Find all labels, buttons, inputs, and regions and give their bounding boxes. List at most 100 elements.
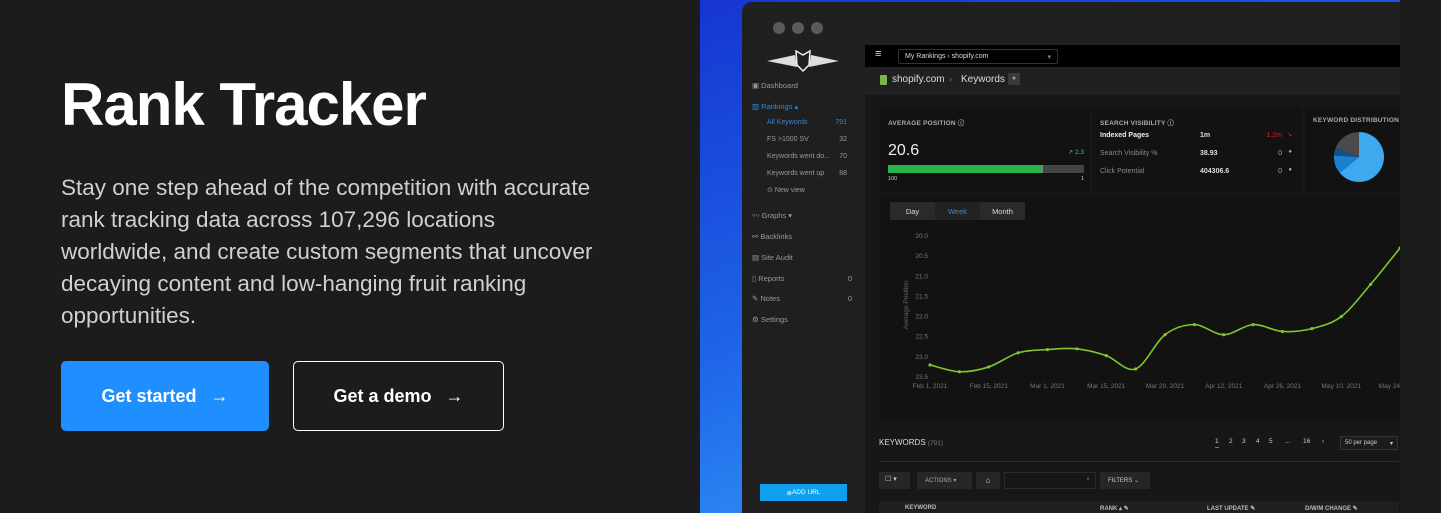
add-url-button[interactable]: ⊕ ADD URL: [760, 484, 847, 501]
label: Keywords went up: [767, 170, 825, 177]
page-link[interactable]: 5: [1269, 438, 1273, 445]
x-tick-label: Feb 1, 2021: [913, 383, 948, 390]
label: ADD URL: [791, 489, 821, 496]
column-rank[interactable]: RANK ▴ ✎: [1100, 505, 1129, 512]
sidebar-view-item[interactable]: Keywords went do... 70: [767, 153, 847, 160]
tab-day[interactable]: Day: [890, 202, 935, 220]
owl-logo: [767, 49, 839, 73]
sidebar-item-settings[interactable]: ⚙ Settings: [752, 315, 788, 324]
keyword-distribution-card: KEYWORD DISTRIBUTION: [1305, 108, 1400, 192]
sidebar-item-graphs[interactable]: 〰 Graphs ▾: [752, 210, 792, 221]
menu-icon[interactable]: ≡: [875, 48, 881, 60]
x-tick-label: May 24: [1379, 383, 1400, 390]
label: Backlinks: [760, 232, 793, 241]
dot-icon: ●: [1288, 167, 1292, 173]
label: My Rankings › shopify.com: [905, 53, 989, 60]
y-tick-label: 20.0: [915, 233, 928, 240]
page-link[interactable]: 16: [1303, 438, 1310, 445]
page-link[interactable]: 3: [1242, 438, 1246, 445]
sidebar-item-backlinks[interactable]: ⚯ Backlinks: [752, 232, 792, 241]
page-link[interactable]: ...: [1285, 438, 1290, 445]
label: Dashboard: [761, 81, 798, 90]
y-axis-label: Average Position: [903, 280, 910, 329]
column-change[interactable]: D/W/M CHANGE ✎: [1305, 505, 1358, 512]
page-link[interactable]: 4: [1256, 438, 1260, 445]
data-point: [1104, 354, 1108, 358]
y-tick-label: 21.5: [915, 293, 928, 300]
page-link[interactable]: 1: [1215, 438, 1219, 448]
count: 0: [847, 294, 852, 303]
data-point: [957, 370, 961, 374]
card-label: SEARCH VISIBILITY ⓘ: [1100, 120, 1175, 127]
breadcrumb-site[interactable]: shopify.com: [892, 74, 945, 85]
window-dot: [792, 22, 804, 34]
average-position-card: AVERAGE POSITION ⓘ 20.6 ↗ 2.3 100 1: [880, 108, 1090, 192]
data-point: [1134, 367, 1138, 371]
page-link[interactable]: ›: [1322, 438, 1324, 445]
dot-icon: ●: [1288, 149, 1292, 155]
filters-button[interactable]: FILTERS ⌄: [1100, 472, 1150, 489]
position-change: ↗ 2.3: [1067, 149, 1084, 156]
tab-month[interactable]: Month: [980, 202, 1025, 220]
project-select[interactable]: My Rankings › shopify.com ▾: [898, 49, 1058, 64]
y-tick-label: 21.0: [915, 273, 928, 280]
actions-dropdown[interactable]: ACTIONS ▾: [917, 472, 972, 489]
count: 0: [847, 274, 852, 283]
per-page-select[interactable]: 50 per page ▾: [1340, 436, 1398, 450]
sidebar-item-reports[interactable]: ▯ Reports 0: [752, 274, 852, 283]
column-last-update[interactable]: LAST UPDATE ✎: [1207, 505, 1255, 512]
get-started-label: Get started: [101, 385, 197, 406]
data-point: [1310, 327, 1314, 331]
sidebar-item-rankings[interactable]: ▥ Rankings ▴: [752, 102, 798, 111]
count: 791: [835, 119, 847, 126]
count: 88: [839, 170, 847, 177]
breadcrumb-page: Keywords: [961, 74, 1005, 85]
sidebar-item-site-audit[interactable]: ▤ Site Audit: [752, 253, 793, 262]
x-tick-label: Feb 15, 2021: [970, 383, 1009, 390]
sidebar-view-item[interactable]: FS >1000 SV 32: [767, 136, 847, 143]
sidebar-view-item[interactable]: All Keywords 791: [767, 119, 847, 126]
window-dot: [773, 22, 785, 34]
search-input[interactable]: ⌕: [1004, 472, 1096, 489]
sidebar-view-item[interactable]: Keywords went up 88: [767, 170, 847, 177]
table-header: KEYWORD RANK ▴ ✎ LAST UPDATE ✎ D/W/M CHA…: [879, 501, 1399, 513]
position-bar: [888, 165, 1084, 173]
tab-week[interactable]: Week: [935, 202, 980, 220]
sidebar: ▣ Dashboard ▥ Rankings ▴ All Keywords 791…: [742, 45, 865, 513]
series-line: [929, 247, 1400, 373]
settings-icon[interactable]: ●: [1008, 73, 1020, 85]
metric-value: 404306.6: [1200, 168, 1230, 175]
trend-down-icon: ↘: [1286, 132, 1292, 138]
count: 32: [839, 136, 847, 143]
label: Site Audit: [761, 253, 793, 262]
get-started-button[interactable]: Get started →: [61, 361, 269, 431]
data-point: [1016, 351, 1020, 355]
sidebar-item-notes[interactable]: ✎ Notes 0: [752, 294, 852, 303]
x-tick-label: Apr 26, 2021: [1264, 383, 1302, 390]
bar-min: 100: [888, 176, 898, 182]
search-icon: ⌕: [1086, 476, 1090, 483]
average-position-value: 20.6: [888, 142, 920, 159]
page-link[interactable]: 2: [1229, 438, 1233, 445]
hero-description: Stay one step ahead of the competition w…: [61, 175, 593, 328]
metric-change: 0: [1278, 168, 1282, 175]
page-edge: [1400, 0, 1441, 513]
window-dot: [811, 22, 823, 34]
card-label: AVERAGE POSITION ⓘ: [888, 120, 965, 127]
position-bar-fill: [888, 165, 1043, 173]
metric-change: 1.2m: [1266, 132, 1282, 139]
search-visibility-card: SEARCH VISIBILITY ⓘ Indexed Pages 1m 1.2m ↘…: [1092, 108, 1302, 192]
select-all-checkbox[interactable]: ☐ ▾: [879, 472, 910, 489]
page-title: Rank Tracker: [61, 71, 427, 138]
column-keyword[interactable]: KEYWORD: [905, 505, 936, 511]
tag-icon[interactable]: ⌂: [976, 472, 1000, 489]
data-point: [1045, 348, 1050, 352]
breadcrumb: shopify.com › Keywords ●: [865, 67, 1400, 95]
metric-change: 0: [1278, 150, 1282, 157]
sidebar-item-dashboard[interactable]: ▣ Dashboard: [752, 81, 798, 90]
data-point: [1222, 333, 1226, 337]
bar-max: 1: [1080, 176, 1084, 182]
get-demo-button[interactable]: Get a demo →: [293, 361, 504, 431]
data-point: [1075, 347, 1079, 351]
new-view-button[interactable]: ⊙ New view: [767, 186, 805, 194]
